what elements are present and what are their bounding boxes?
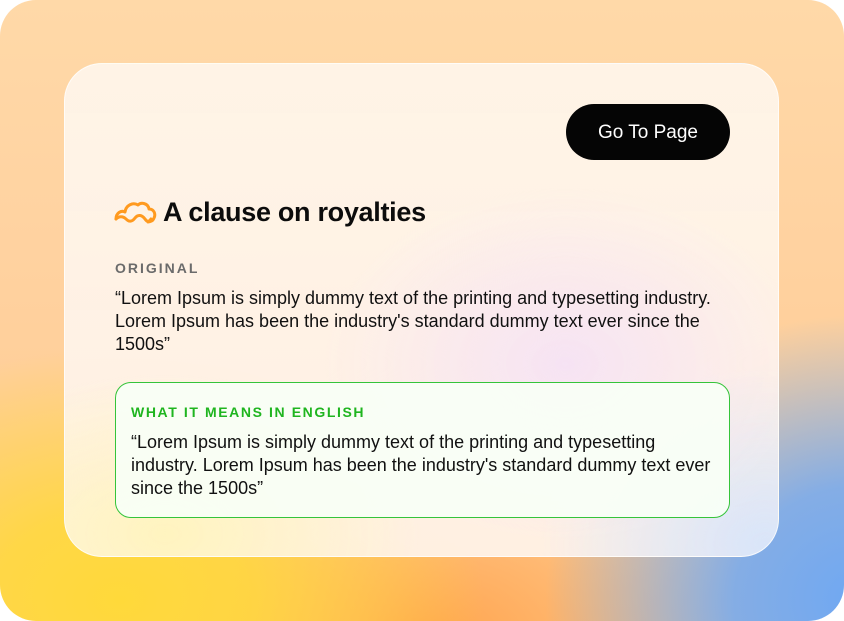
meaning-text: “Lorem Ipsum is simply dummy text of the… [131,432,711,498]
original-label: ORIGINAL [115,260,200,276]
clause-header: A clause on royalties [113,192,426,232]
background-frame: Go To Page A clause on royalties ORIGINA… [0,0,844,621]
meaning-label: WHAT IT MEANS IN ENGLISH [131,404,366,420]
meaning-panel: WHAT IT MEANS IN ENGLISH “Lorem Ipsum is… [115,382,730,518]
clause-card: Go To Page A clause on royalties ORIGINA… [64,63,779,557]
cloud-outline-icon [113,197,157,227]
clause-title: A clause on royalties [163,196,426,227]
original-text: “Lorem Ipsum is simply dummy text of the… [115,288,711,354]
go-to-page-button[interactable]: Go To Page [566,104,730,160]
